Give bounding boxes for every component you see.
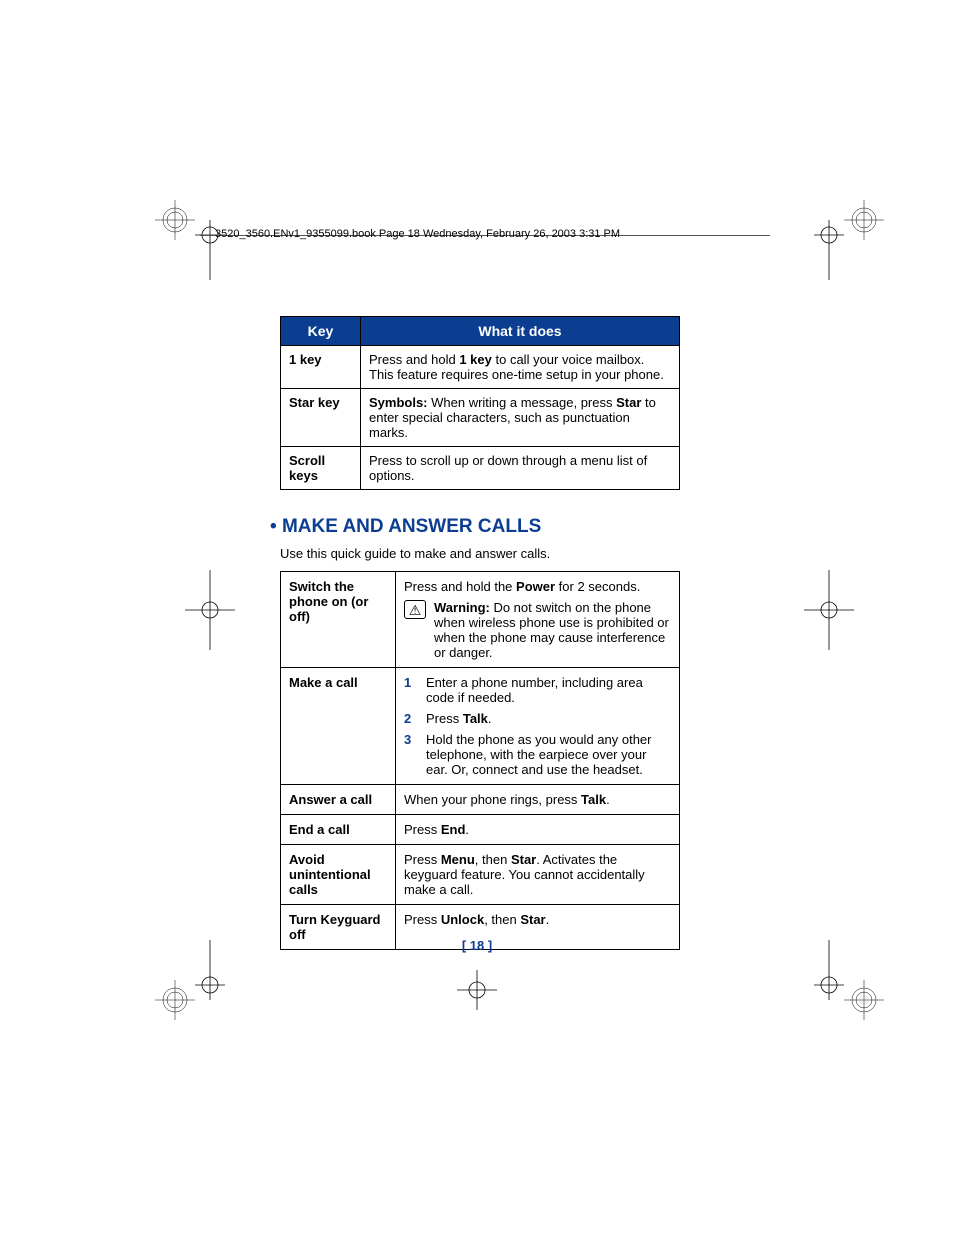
- key-desc-cell: Press to scroll up or down through a men…: [361, 447, 680, 490]
- warning-icon: ⚠: [404, 600, 426, 619]
- action-desc: Press End.: [396, 815, 680, 845]
- key-name-cell: Star key: [281, 389, 361, 447]
- bullet-icon: •: [270, 516, 277, 537]
- action-label: Avoid unintentional calls: [281, 845, 396, 905]
- calls-table: Switch the phone on (or off) Press and h…: [280, 571, 680, 950]
- list-item: Press Talk.: [404, 711, 671, 726]
- action-desc: When your phone rings, press Talk.: [396, 785, 680, 815]
- action-desc: Press and hold the Power for 2 seconds. …: [396, 572, 680, 668]
- key-functions-table: Key What it does 1 key Press and hold 1 …: [280, 316, 680, 490]
- key-name-cell: 1 key: [281, 346, 361, 389]
- list-item: Hold the phone as you would any other te…: [404, 732, 671, 777]
- action-label: Switch the phone on (or off): [281, 572, 396, 668]
- registration-mark-icon: [804, 570, 884, 650]
- table-row: Answer a call When your phone rings, pre…: [281, 785, 680, 815]
- table-header-key: Key: [281, 317, 361, 346]
- registration-mark-icon: [457, 970, 497, 1015]
- page-header-text: 3520_3560.ENv1_9355099.book Page 18 Wedn…: [215, 228, 620, 240]
- registration-mark-icon: [155, 570, 235, 650]
- table-header-what: What it does: [361, 317, 680, 346]
- table-row: Make a call Enter a phone number, includ…: [281, 668, 680, 785]
- action-desc: Enter a phone number, including area cod…: [396, 668, 680, 785]
- action-label: Make a call: [281, 668, 396, 785]
- key-name-cell: Scroll keys: [281, 447, 361, 490]
- list-item: Enter a phone number, including area cod…: [404, 675, 671, 705]
- table-row: Star key Symbols: When writing a message…: [281, 389, 680, 447]
- action-label: Answer a call: [281, 785, 396, 815]
- key-desc-cell: Symbols: When writing a message, press S…: [361, 389, 680, 447]
- table-row: 1 key Press and hold 1 key to call your …: [281, 346, 680, 389]
- section-intro: Use this quick guide to make and answer …: [280, 546, 680, 561]
- table-row: Switch the phone on (or off) Press and h…: [281, 572, 680, 668]
- table-row: Scroll keys Press to scroll up or down t…: [281, 447, 680, 490]
- table-row: End a call Press End.: [281, 815, 680, 845]
- key-desc-cell: Press and hold 1 key to call your voice …: [361, 346, 680, 389]
- registration-mark-icon: [155, 200, 235, 280]
- section-title: MAKE AND ANSWER CALLS: [282, 516, 541, 537]
- section-heading: • MAKE AND ANSWER CALLS: [270, 516, 680, 538]
- page-number: [ 18 ]: [0, 938, 954, 953]
- action-desc: Press Menu, then Star. Activates the key…: [396, 845, 680, 905]
- registration-mark-icon: [804, 200, 884, 280]
- table-row: Avoid unintentional calls Press Menu, th…: [281, 845, 680, 905]
- action-label: End a call: [281, 815, 396, 845]
